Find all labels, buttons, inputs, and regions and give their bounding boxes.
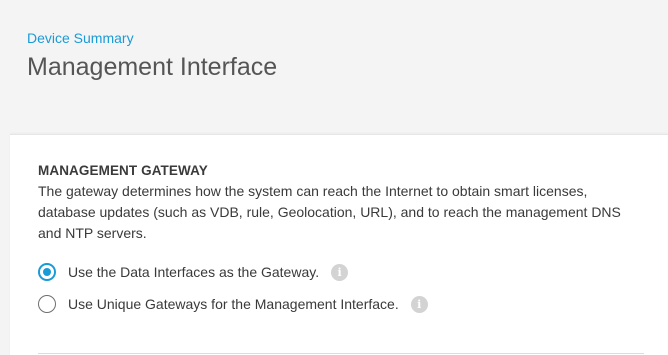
- divider: [38, 353, 644, 354]
- radio-option-unique-gateways[interactable]: Use Unique Gateways for the Management I…: [38, 295, 428, 313]
- radio-label: Use Unique Gateways for the Management I…: [68, 296, 399, 312]
- radio-button-unselected[interactable]: [38, 295, 56, 313]
- page-header: Device Summary Management Interface: [10, 8, 668, 134]
- radio-button-selected[interactable]: [38, 263, 56, 281]
- management-gateway-card: MANAGEMENT GATEWAY The gateway determine…: [10, 134, 668, 355]
- info-icon[interactable]: i: [410, 295, 428, 313]
- radio-label: Use the Data Interfaces as the Gateway.: [68, 264, 320, 280]
- page: Device Summary Management Interface MANA…: [0, 0, 668, 355]
- breadcrumb-device-summary[interactable]: Device Summary: [27, 30, 134, 46]
- info-icon[interactable]: i: [331, 263, 349, 281]
- section-heading: MANAGEMENT GATEWAY: [38, 163, 208, 178]
- radio-option-data-interfaces[interactable]: Use the Data Interfaces as the Gateway. …: [38, 263, 349, 281]
- page-title: Management Interface: [27, 53, 278, 81]
- section-description: The gateway determines how the system ca…: [38, 183, 621, 241]
